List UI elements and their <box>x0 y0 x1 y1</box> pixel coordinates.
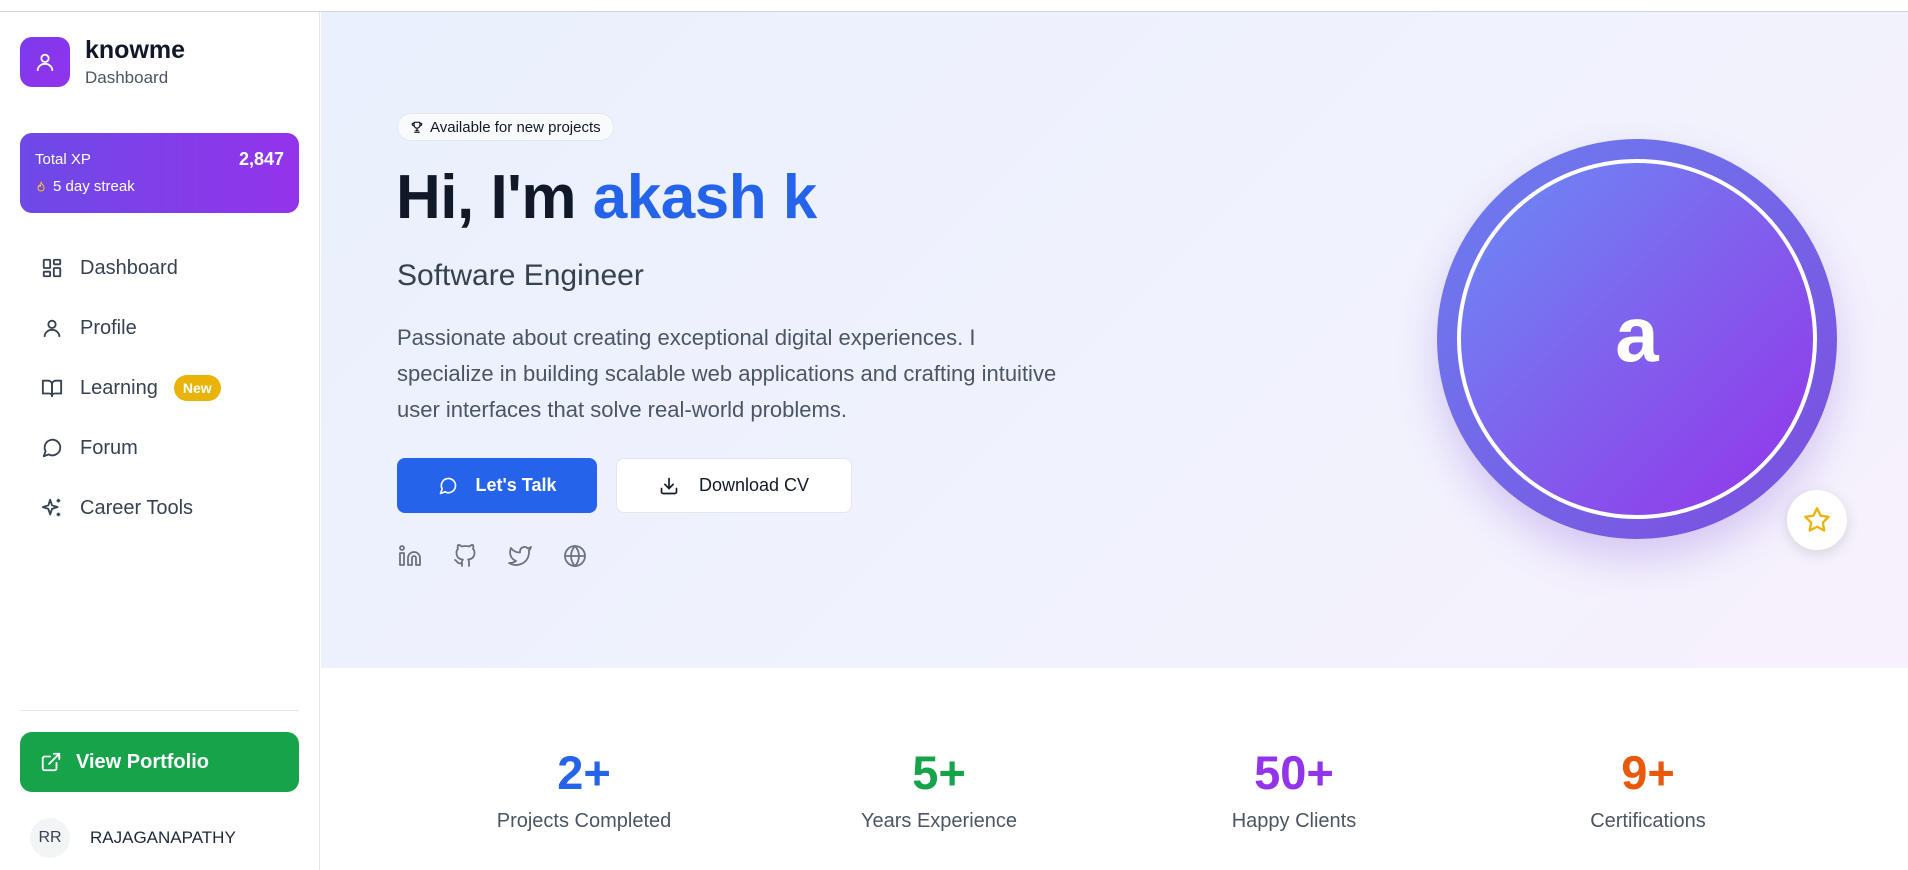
linkedin-icon[interactable] <box>397 543 423 569</box>
brand[interactable]: knowme Dashboard <box>20 36 185 88</box>
social-links <box>397 543 617 569</box>
stat-value: 2+ <box>557 746 611 799</box>
lets-talk-label: Let's Talk <box>475 475 557 495</box>
sidebar-item-label: Forum <box>80 436 138 459</box>
stat-value: 5+ <box>912 746 966 799</box>
sidebar-item-label: Career Tools <box>80 496 194 519</box>
availability-badge: Available for new projects <box>397 113 614 141</box>
stat-value: 9+ <box>1621 746 1675 799</box>
trophy-icon <box>411 121 423 133</box>
user-icon <box>20 37 70 87</box>
profile-avatar: a <box>1437 139 1837 539</box>
user-profile[interactable]: RR RAJAGANAPATHY <box>30 818 236 858</box>
window-top-border <box>0 0 1908 12</box>
sidebar-item-label: Learning <box>80 376 158 399</box>
new-badge: New <box>173 375 221 401</box>
availability-text: Available for new projects <box>430 118 601 136</box>
grid-icon <box>40 256 64 280</box>
book-icon <box>40 376 64 400</box>
sidebar-item-forum[interactable]: Forum <box>20 418 299 478</box>
stat-projects: 2+ Projects Completed <box>454 748 714 833</box>
download-cv-label: Download CV <box>698 475 810 495</box>
github-icon[interactable] <box>452 543 478 569</box>
stat-label: Happy Clients <box>1231 810 1357 832</box>
chat-icon <box>40 436 64 460</box>
avatar-letter: a <box>1615 289 1659 378</box>
brand-subtitle: Dashboard <box>85 68 169 87</box>
sidebar-item-label: Profile <box>80 316 137 339</box>
streak-text: 5 day streak <box>53 178 135 195</box>
stat-certifications: 9+ Certifications <box>1518 748 1778 833</box>
hero-heading: Hi, I'm akash k <box>396 162 817 233</box>
view-portfolio-button[interactable]: View Portfolio <box>20 732 299 792</box>
twitter-icon[interactable] <box>507 543 533 569</box>
user-name: RAJAGANAPATHY <box>90 828 236 847</box>
stat-label: Certifications <box>1590 810 1706 832</box>
star-icon <box>1804 507 1830 532</box>
hero-name: akash k <box>592 163 818 232</box>
favorite-button[interactable] <box>1787 490 1847 550</box>
sidebar-item-dashboard[interactable]: Dashboard <box>20 238 299 298</box>
chat-icon <box>439 477 456 494</box>
external-link-icon <box>41 752 61 772</box>
sidebar-nav: Dashboard Profile Learning New Forum Car… <box>20 238 299 538</box>
sidebar: knowme Dashboard Total XP 2,847 5 day st… <box>0 12 320 870</box>
sidebar-divider <box>20 710 299 711</box>
xp-streak: 5 day streak <box>35 178 135 195</box>
avatar: RR <box>30 818 70 858</box>
stats-section: 2+ Projects Completed 5+ Years Experienc… <box>321 668 1908 870</box>
sidebar-item-learning[interactable]: Learning New <box>20 358 299 418</box>
lets-talk-button[interactable]: Let's Talk <box>397 458 597 513</box>
sidebar-item-career-tools[interactable]: Career Tools <box>20 478 299 538</box>
hero-role: Software Engineer <box>397 259 644 292</box>
sidebar-item-profile[interactable]: Profile <box>20 298 299 358</box>
stat-label: Projects Completed <box>496 810 672 832</box>
stat-value: 50+ <box>1254 746 1334 799</box>
download-cv-button[interactable]: Download CV <box>616 458 852 513</box>
greeting: Hi, I'm <box>396 163 593 232</box>
xp-value: 2,847 <box>238 149 284 169</box>
flame-icon <box>37 181 45 191</box>
user-icon <box>40 316 64 340</box>
hero-section: Available for new projects Hi, I'm akash… <box>321 12 1908 668</box>
stat-clients: 50+ Happy Clients <box>1164 748 1424 833</box>
xp-label: Total XP <box>35 151 91 168</box>
sparkles-icon <box>40 496 64 520</box>
globe-icon[interactable] <box>562 543 588 569</box>
brand-name: knowme <box>85 36 186 64</box>
stat-label: Years Experience <box>860 810 1018 832</box>
xp-card: Total XP 2,847 5 day streak <box>20 133 299 213</box>
view-portfolio-label: View Portfolio <box>76 750 209 773</box>
download-icon <box>660 477 678 494</box>
sidebar-item-label: Dashboard <box>80 256 178 279</box>
stat-experience: 5+ Years Experience <box>809 748 1069 833</box>
avatar-inner-ring: a <box>1457 159 1817 519</box>
hero-description: Passionate about creating exceptional di… <box>397 325 1057 422</box>
